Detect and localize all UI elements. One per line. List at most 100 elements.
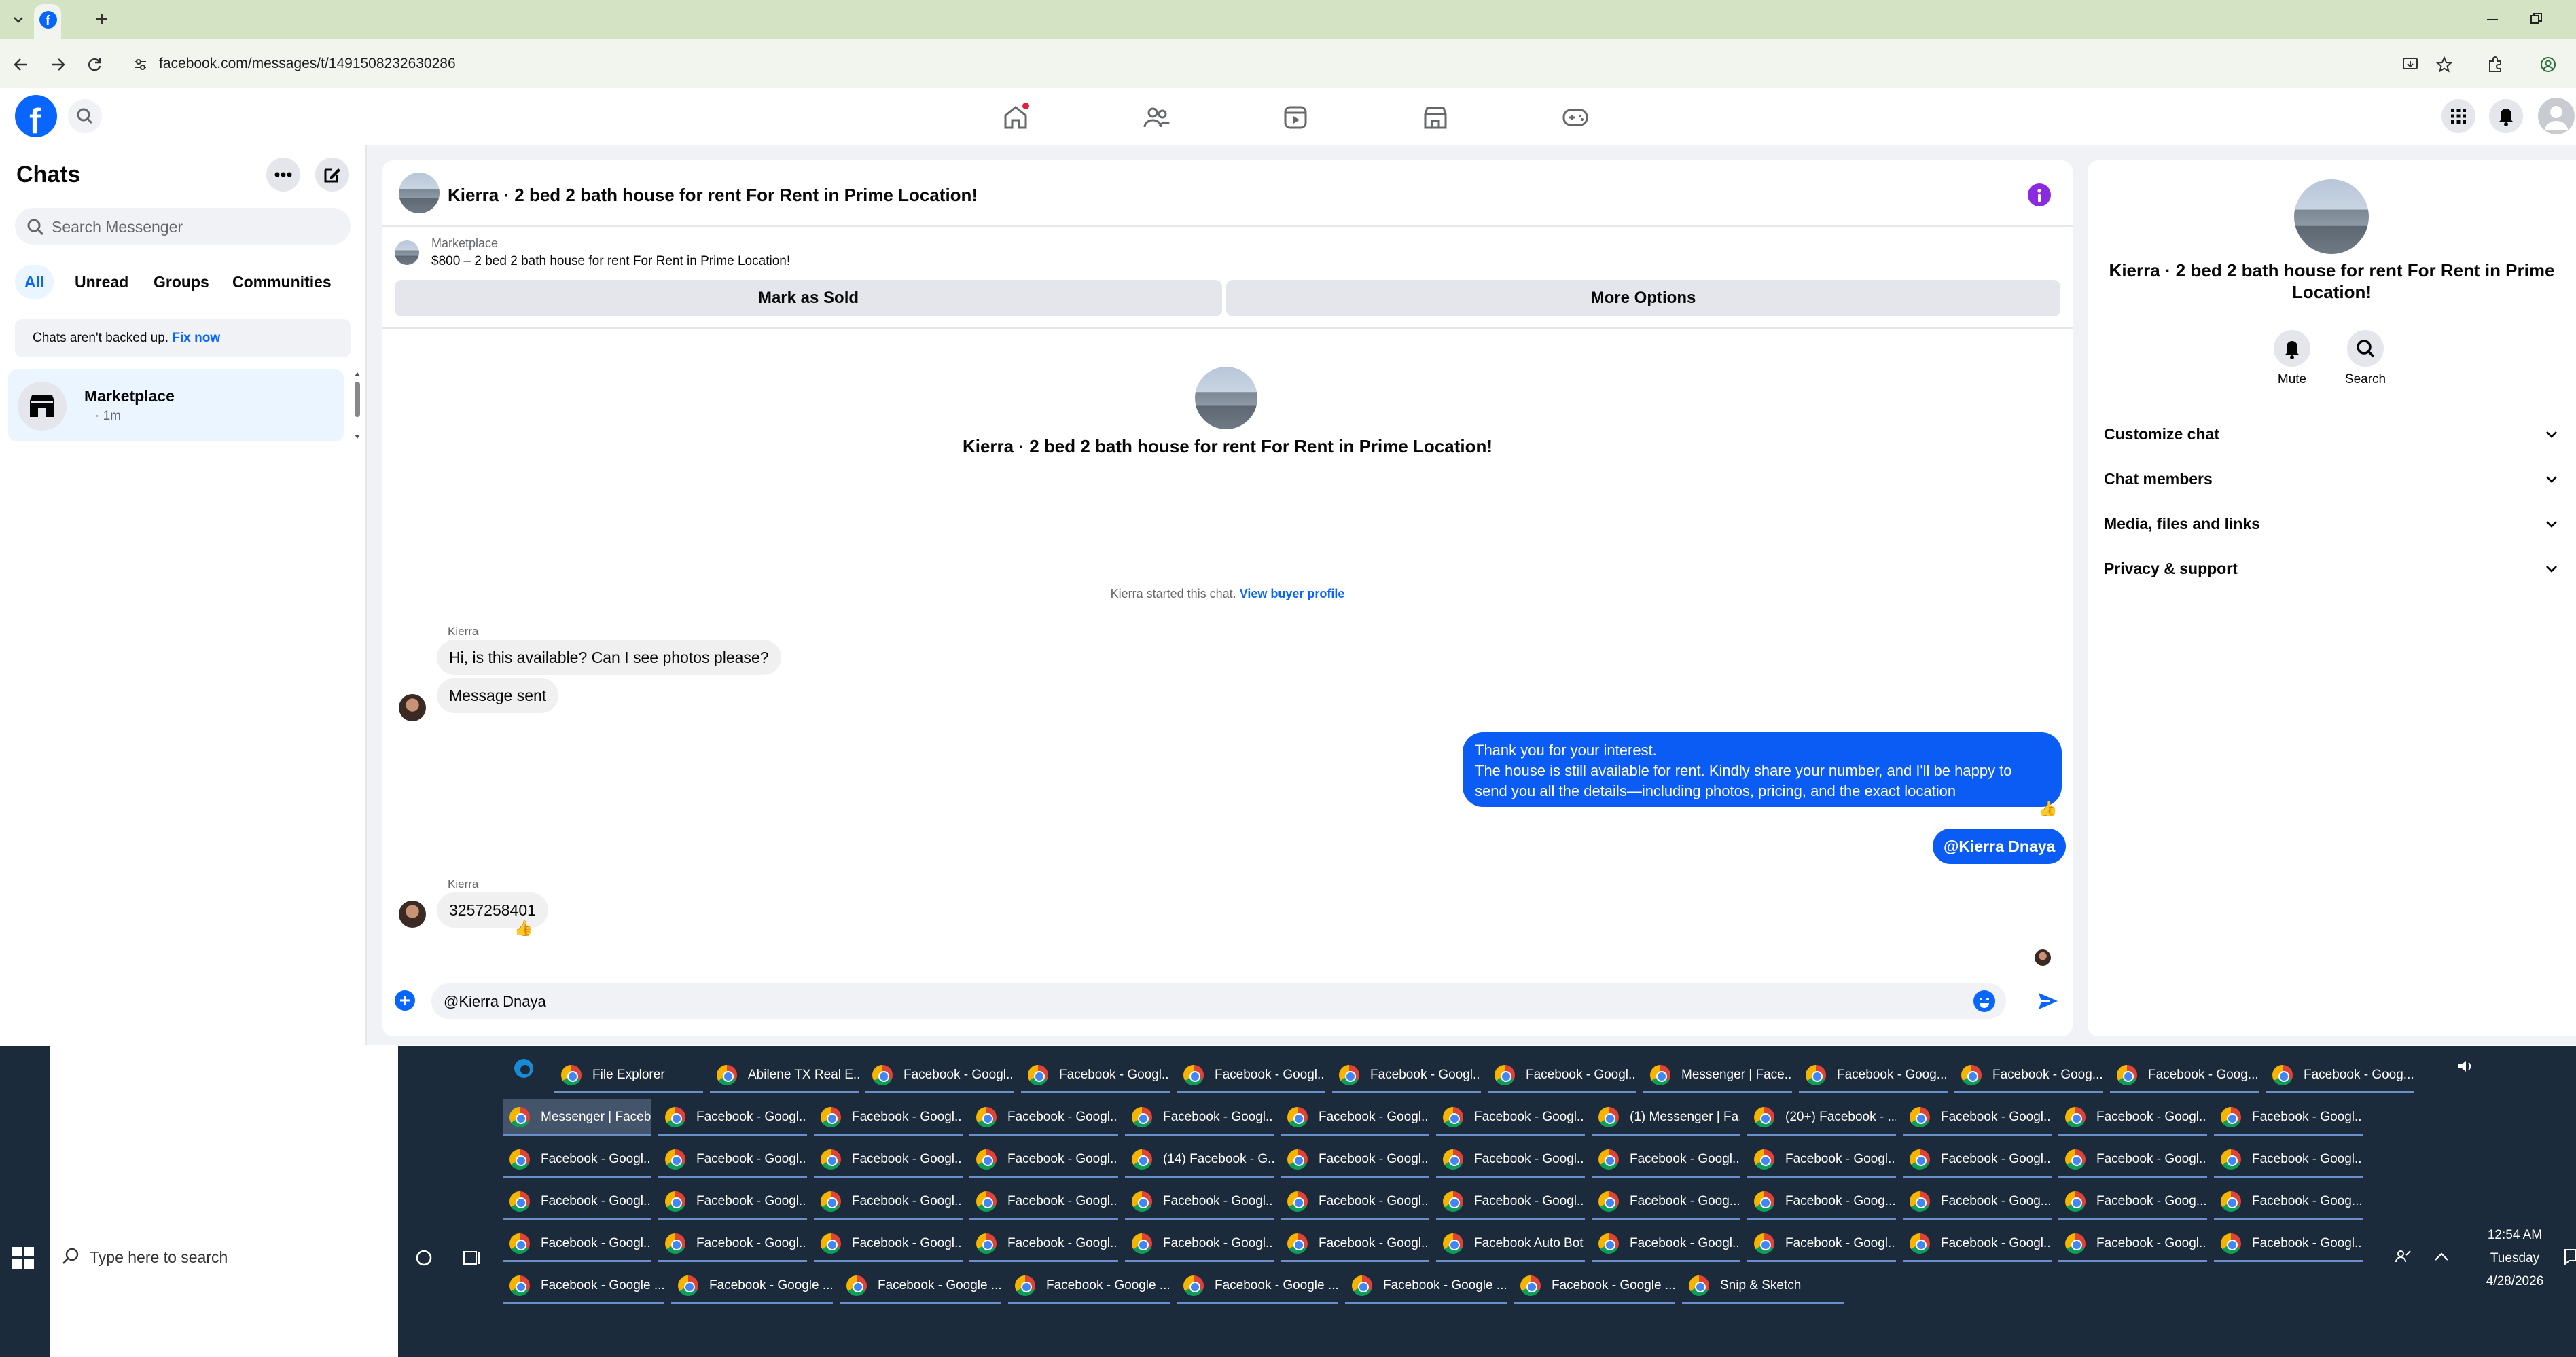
bookmark-star-icon[interactable] xyxy=(2435,56,2453,73)
taskbar-window-button[interactable]: Facebook - Goog... xyxy=(1747,1183,1896,1220)
fb-search-icon[interactable] xyxy=(68,99,102,133)
taskbar-window-button[interactable]: Messenger | Faceb... xyxy=(503,1099,651,1136)
taskbar-clock[interactable]: 12:54 AM Tuesday 4/28/2026 xyxy=(2467,1224,2562,1293)
taskbar-window-button[interactable]: Facebook - Google ... xyxy=(1008,1267,1170,1304)
like-reaction-icon[interactable]: 👍 xyxy=(514,920,533,937)
taskbar-window-button[interactable]: Facebook Auto Bot xyxy=(1436,1225,1585,1262)
taskbar-window-button[interactable]: Facebook - Google ... xyxy=(1177,1267,1338,1304)
section-privacy-support[interactable]: Privacy & support xyxy=(2104,553,2566,583)
gaming-nav-icon[interactable] xyxy=(1560,102,1591,133)
menu-grid-icon[interactable] xyxy=(2441,99,2475,133)
send-icon[interactable] xyxy=(2036,989,2060,1013)
url-text[interactable]: facebook.com/messages/t/1491508232630286 xyxy=(159,56,456,72)
taskbar-window-button[interactable]: Facebook - Google ... xyxy=(1345,1267,1507,1304)
taskbar-window-button[interactable]: Facebook - Googl... xyxy=(865,1057,1014,1093)
taskbar-window-button[interactable]: Snip & Sketch xyxy=(1682,1267,1844,1304)
like-reaction-icon[interactable]: 👍 xyxy=(2039,800,2057,818)
mute-label[interactable]: Mute xyxy=(2263,372,2321,387)
conversation-info-icon[interactable] xyxy=(2028,183,2051,206)
taskbar-window-button[interactable]: Facebook - Googl... xyxy=(969,1225,1118,1262)
taskbar-window-button[interactable]: Facebook - Goog... xyxy=(1954,1057,2103,1093)
filter-groups[interactable]: Groups xyxy=(144,265,219,299)
view-buyer-profile-link[interactable]: View buyer profile xyxy=(1240,587,1345,600)
taskbar-window-button[interactable]: Facebook - Googl... xyxy=(1436,1141,1585,1178)
search-messenger-input[interactable]: Search Messenger xyxy=(15,208,351,245)
taskbar-window-button[interactable]: Facebook - Googl... xyxy=(969,1099,1118,1136)
taskbar-window-button[interactable]: Facebook - Googl... xyxy=(814,1099,963,1136)
search-label[interactable]: Search xyxy=(2336,372,2395,387)
filter-unread[interactable]: Unread xyxy=(65,265,138,299)
taskbar-window-button[interactable]: Facebook - Googl... xyxy=(658,1141,807,1178)
taskbar-window-button[interactable]: Facebook - Googl... xyxy=(1592,1141,1740,1178)
more-options-icon[interactable] xyxy=(266,158,300,192)
details-search-icon[interactable] xyxy=(2347,330,2384,367)
taskbar-window-button[interactable]: Facebook - Googl... xyxy=(1125,1099,1274,1136)
marketplace-nav-icon[interactable] xyxy=(1420,102,1451,133)
new-tab-plus-icon[interactable] xyxy=(94,11,110,27)
taskbar-window-button[interactable]: Facebook - Googl... xyxy=(2214,1225,2363,1262)
active-tab[interactable]: f xyxy=(34,4,61,39)
taskbar-window-button[interactable]: Facebook - Goog... xyxy=(1592,1183,1740,1220)
conversation-title[interactable]: Kierra · 2 bed 2 bath house for rent For… xyxy=(448,185,978,206)
taskbar-window-button[interactable]: Facebook - Googl... xyxy=(2214,1141,2363,1178)
taskbar-window-button[interactable]: Messenger | Face... xyxy=(1643,1057,1792,1093)
back-icon[interactable] xyxy=(12,56,30,73)
windows-start-icon[interactable] xyxy=(12,1247,34,1269)
account-avatar[interactable] xyxy=(2538,98,2575,134)
fix-now-link[interactable]: Fix now xyxy=(172,331,220,345)
taskbar-window-button[interactable]: Facebook - Googl... xyxy=(969,1141,1118,1178)
taskbar-window-button[interactable]: Facebook - Googl... xyxy=(658,1225,807,1262)
taskbar-window-button[interactable]: Facebook - Google ... xyxy=(840,1267,1001,1304)
taskbar-window-button[interactable]: Facebook - Google ... xyxy=(1514,1267,1675,1304)
home-nav-icon[interactable] xyxy=(1000,102,1031,133)
extensions-icon[interactable] xyxy=(2486,56,2504,73)
taskbar-window-button[interactable]: Facebook - Googl... xyxy=(814,1141,963,1178)
taskbar-window-button[interactable]: Facebook - Googl... xyxy=(2058,1225,2207,1262)
reload-icon[interactable] xyxy=(86,56,103,73)
taskbar-window-button[interactable]: Facebook - Goog... xyxy=(2110,1057,2259,1093)
kierra-avatar[interactable] xyxy=(399,694,426,721)
notification-center-icon[interactable] xyxy=(2564,1247,2576,1266)
taskbar-window-button[interactable]: Facebook - Goog... xyxy=(1799,1057,1948,1093)
add-attachment-icon[interactable] xyxy=(395,990,415,1011)
taskbar-window-button[interactable]: Facebook - Googl... xyxy=(1903,1141,2052,1178)
taskbar-window-button[interactable]: Facebook - Googl... xyxy=(814,1225,963,1262)
taskbar-window-button[interactable]: Facebook - Goog... xyxy=(2266,1057,2414,1093)
taskbar-window-button[interactable]: (20+) Facebook - ... xyxy=(1747,1099,1896,1136)
taskbar-window-button[interactable]: File Explorer xyxy=(554,1057,703,1093)
taskbar-window-button[interactable]: Facebook - Google ... xyxy=(503,1267,664,1304)
taskbar-window-button[interactable]: Facebook - Googl... xyxy=(1125,1183,1274,1220)
forward-icon[interactable] xyxy=(49,56,67,73)
taskbar-window-button[interactable]: Facebook - Googl... xyxy=(1281,1141,1429,1178)
mark-as-sold-button[interactable]: Mark as Sold xyxy=(395,280,1222,316)
taskbar-window-button[interactable]: Facebook - Googl... xyxy=(1747,1225,1896,1262)
taskbar-window-button[interactable]: Facebook - Googl... xyxy=(1021,1057,1170,1093)
outgoing-message[interactable]: Thank you for your interest. The house i… xyxy=(1463,732,2062,807)
cortana-icon[interactable] xyxy=(414,1248,433,1267)
tab-search-chevron-icon[interactable] xyxy=(11,12,26,27)
taskbar-window-button[interactable]: Facebook - Googl... xyxy=(1903,1099,2052,1136)
tray-chevron-up-icon[interactable] xyxy=(2433,1250,2450,1263)
site-info-icon[interactable] xyxy=(133,57,148,72)
message-composer-input[interactable]: @Kierra Dnaya xyxy=(431,983,2006,1019)
mute-bell-icon[interactable] xyxy=(2274,330,2310,367)
taskbar-window-button[interactable]: Facebook - Googl... xyxy=(969,1183,1118,1220)
emoji-icon[interactable] xyxy=(1973,990,1995,1012)
incoming-message[interactable]: Hi, is this available? Can I see photos … xyxy=(437,640,781,675)
filter-all[interactable]: All xyxy=(15,265,54,299)
taskbar-window-button[interactable]: Facebook - Googl... xyxy=(1281,1183,1429,1220)
taskbar-window-button[interactable]: Facebook - Google ... xyxy=(671,1267,833,1304)
volume-icon[interactable] xyxy=(2456,1058,2475,1074)
taskbar-window-button[interactable]: Facebook - Googl... xyxy=(1903,1225,2052,1262)
taskbar-window-button[interactable]: (14) Facebook - G... xyxy=(1125,1141,1274,1178)
incoming-message[interactable]: Message sent xyxy=(437,678,559,713)
video-nav-icon[interactable] xyxy=(1280,102,1311,133)
outgoing-mention-message[interactable]: @Kierra Dnaya xyxy=(1933,829,2067,864)
taskbar-window-button[interactable]: Abilene TX Real E... xyxy=(710,1057,859,1093)
task-view-icon[interactable] xyxy=(462,1248,482,1267)
taskbar-window-button[interactable]: Facebook - Googl... xyxy=(2058,1099,2207,1136)
taskbar-window-button[interactable]: Facebook - Googl... xyxy=(1281,1225,1429,1262)
kierra-avatar[interactable] xyxy=(399,901,426,928)
chat-list-scrollbar[interactable] xyxy=(353,369,361,441)
taskbar-window-button[interactable]: Facebook - Googl... xyxy=(2214,1099,2363,1136)
